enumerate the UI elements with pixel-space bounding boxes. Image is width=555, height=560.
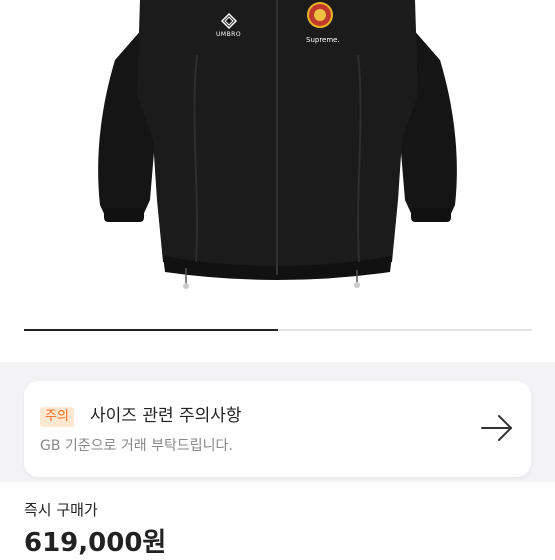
product-image[interactable]: UMBRO Supreme. <box>0 0 555 362</box>
instant-buy-price-label: 즉시 구매가 <box>24 501 98 519</box>
supreme-logo-text: Supreme. <box>306 36 340 44</box>
carousel-indicator <box>24 329 532 331</box>
arrow-right-icon[interactable] <box>480 413 514 443</box>
size-notice-card[interactable]: 주의 사이즈 관련 주의사항 GB 기준으로 거래 부탁드립니다. <box>24 381 531 477</box>
notice-badge: 주의 <box>40 407 74 427</box>
jacket-image <box>98 0 457 289</box>
umbro-logo-text: UMBRO <box>216 31 242 38</box>
notice-title: 사이즈 관련 주의사항 <box>90 406 242 426</box>
notice-subtitle: GB 기준으로 거래 부탁드립니다. <box>40 438 233 454</box>
carousel-progress-bar <box>24 329 278 331</box>
